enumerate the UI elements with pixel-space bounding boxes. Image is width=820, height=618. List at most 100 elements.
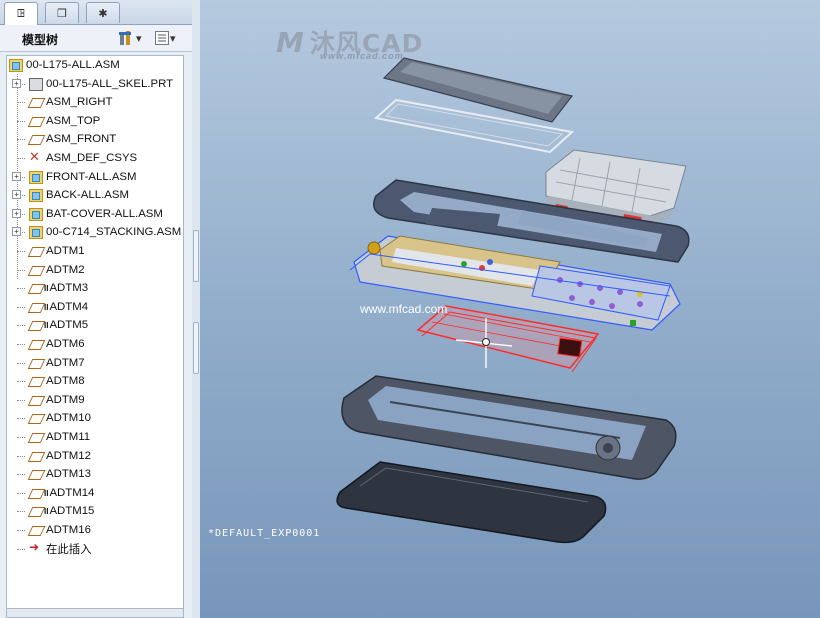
tree-node[interactable]: II ADTM3 bbox=[17, 279, 89, 297]
coordinate-system-icon bbox=[29, 149, 43, 165]
datum-plane-icon bbox=[29, 96, 43, 109]
explode-state-label: *DEFAULT_EXP0001 bbox=[208, 528, 321, 539]
tree-node[interactable]: ADTM6 bbox=[17, 335, 85, 353]
tree-node[interactable]: ADTM2 bbox=[17, 261, 85, 279]
tree-node[interactable]: II ADTM5 bbox=[17, 316, 88, 334]
model-tree-tab[interactable]: ꖸ bbox=[4, 2, 38, 25]
tree-show-button[interactable]: ▾ bbox=[154, 29, 176, 47]
tree-settings-icon bbox=[119, 31, 131, 45]
panel-splitter[interactable] bbox=[192, 0, 200, 618]
tree-node[interactable]: ASM_FRONT bbox=[17, 130, 117, 148]
model-tree-title: 模型树 bbox=[22, 33, 59, 47]
favorites-icon: ✱ bbox=[98, 6, 108, 20]
tree-node-label: 在此插入 bbox=[46, 544, 92, 556]
graphics-viewport[interactable]: M 沐风CAD www.mfcad.com www.mfcad.com *DEF… bbox=[200, 0, 820, 618]
tree-node[interactable]: ADTM13 bbox=[17, 465, 91, 483]
tree-node-label: ASM_FRONT bbox=[46, 133, 117, 145]
tree-settings-button[interactable]: ▾ bbox=[118, 29, 142, 47]
datum-plane-icon bbox=[29, 319, 43, 332]
datum-plane-icon bbox=[29, 412, 43, 425]
tree-node[interactable]: II ADTM15 bbox=[17, 502, 95, 520]
datum-plane-icon bbox=[29, 375, 43, 388]
datum-plane-icon bbox=[29, 394, 43, 407]
tree-node[interactable]: ADTM16 bbox=[17, 521, 91, 539]
expand-toggle[interactable]: + bbox=[12, 79, 21, 88]
datum-plane-icon bbox=[29, 450, 43, 463]
part-icon bbox=[29, 77, 43, 91]
tree-node[interactable]: +00-C714_STACKING.ASM bbox=[12, 223, 182, 241]
splitter-grip[interactable] bbox=[193, 230, 199, 282]
datum-plane-icon bbox=[29, 487, 43, 500]
exploded-phone-model[interactable] bbox=[200, 0, 820, 618]
tree-node[interactable]: II ADTM4 bbox=[17, 298, 89, 316]
assembly-icon bbox=[29, 225, 43, 239]
tree-node-label: ADTM1 bbox=[46, 245, 85, 257]
tree-node-label: 00-L175-ALL.ASM bbox=[26, 59, 120, 71]
chevron-down-icon: ▾ bbox=[170, 31, 176, 45]
watermark-url: www.mfcad.com bbox=[360, 302, 448, 316]
expand-toggle[interactable]: + bbox=[12, 227, 21, 236]
datum-plane-icon bbox=[29, 245, 43, 258]
tree-node-label: ADTM4 bbox=[49, 301, 89, 313]
tree-node-label: 00-L175-ALL_SKEL.PRT bbox=[46, 78, 174, 90]
splitter-grip[interactable] bbox=[193, 322, 199, 374]
tree-root-node[interactable]: 00-L175-ALL.ASM bbox=[9, 56, 120, 74]
favorites-tab[interactable]: ✱ bbox=[86, 2, 120, 23]
datum-plane-icon bbox=[29, 264, 43, 277]
assembly-icon bbox=[29, 207, 43, 221]
tree-node-label: 00-C714_STACKING.ASM bbox=[46, 226, 182, 238]
tree-node[interactable]: ADTM11 bbox=[17, 428, 91, 446]
tree-node[interactable]: ADTM9 bbox=[17, 391, 85, 409]
tree-node-label: ADTM14 bbox=[49, 487, 95, 499]
expand-toggle[interactable]: + bbox=[12, 172, 21, 181]
datum-plane-icon bbox=[29, 115, 43, 128]
datum-plane-icon bbox=[29, 301, 43, 314]
tree-node-label: ADTM15 bbox=[49, 505, 95, 517]
folder-browser-tab[interactable]: ❐ bbox=[45, 2, 79, 23]
tree-node[interactable]: ASM_TOP bbox=[17, 112, 100, 130]
tree-node[interactable]: ADTM1 bbox=[17, 242, 85, 260]
tree-node[interactable]: + BACK-ALL.ASM bbox=[12, 186, 129, 204]
tree-node[interactable]: + BAT-COVER-ALL.ASM bbox=[12, 205, 163, 223]
tree-node[interactable]: II ADTM14 bbox=[17, 484, 95, 502]
model-tree: 00-L175-ALL.ASM +00-L175-ALL_SKEL.PRT ASM… bbox=[6, 55, 184, 610]
datum-plane-icon bbox=[29, 431, 43, 444]
model-tree-toolbar: 模型树 ▾ ▾ bbox=[0, 25, 192, 52]
tree-node[interactable]: ADTM7 bbox=[17, 354, 85, 372]
datum-plane-icon bbox=[29, 524, 43, 537]
tree-node-label: ASM_RIGHT bbox=[46, 96, 113, 108]
expand-toggle[interactable]: + bbox=[12, 190, 21, 199]
tree-node[interactable]: +00-L175-ALL_SKEL.PRT bbox=[12, 75, 174, 93]
tree-node[interactable]: ASM_RIGHT bbox=[17, 93, 113, 111]
tree-node[interactable]: ADTM10 bbox=[17, 409, 91, 427]
tree-node[interactable]: ADTM8 bbox=[17, 372, 85, 390]
assembly-icon bbox=[29, 170, 43, 184]
model-tree-panel: ꖸ ❐ ✱ 模型树 ▾ ▾ 00-L175-ALL.ASM + 00-L175-… bbox=[0, 0, 193, 618]
battery-cover-part bbox=[336, 461, 607, 544]
datum-plane-icon bbox=[29, 468, 43, 481]
insert-arrow-icon bbox=[29, 540, 43, 556]
assembly-icon bbox=[29, 188, 43, 202]
tree-node-label: ADTM11 bbox=[46, 431, 91, 443]
tree-node-label: ADTM3 bbox=[49, 282, 89, 294]
tree-horizontal-scrollbar[interactable] bbox=[6, 608, 184, 618]
tree-node-label: ADTM12 bbox=[46, 450, 91, 462]
model-tree-icon: ꖸ bbox=[16, 7, 26, 20]
tree-node-label: BAT-COVER-ALL.ASM bbox=[46, 208, 163, 220]
tree-node-label: ADTM7 bbox=[46, 357, 85, 369]
tree-node-label: ADTM6 bbox=[46, 338, 85, 350]
tree-node-label: ADTM9 bbox=[46, 394, 85, 406]
datum-plane-icon bbox=[29, 338, 43, 351]
assembly-icon bbox=[9, 58, 23, 72]
tree-node[interactable]: ASM_DEF_CSYS bbox=[17, 149, 137, 167]
expand-toggle[interactable]: + bbox=[12, 209, 21, 218]
tree-node[interactable]: + FRONT-ALL.ASM bbox=[12, 168, 137, 186]
insert-here-marker[interactable]: 在此插入 bbox=[17, 540, 92, 558]
tree-node-label: BACK-ALL.ASM bbox=[46, 189, 129, 201]
datum-plane-icon bbox=[29, 133, 43, 146]
display-lens-part bbox=[382, 57, 574, 123]
datum-plane-icon bbox=[29, 505, 43, 518]
tree-node-label: ADTM8 bbox=[46, 375, 85, 387]
datum-plane-icon bbox=[29, 357, 43, 370]
tree-node[interactable]: ADTM12 bbox=[17, 447, 91, 465]
